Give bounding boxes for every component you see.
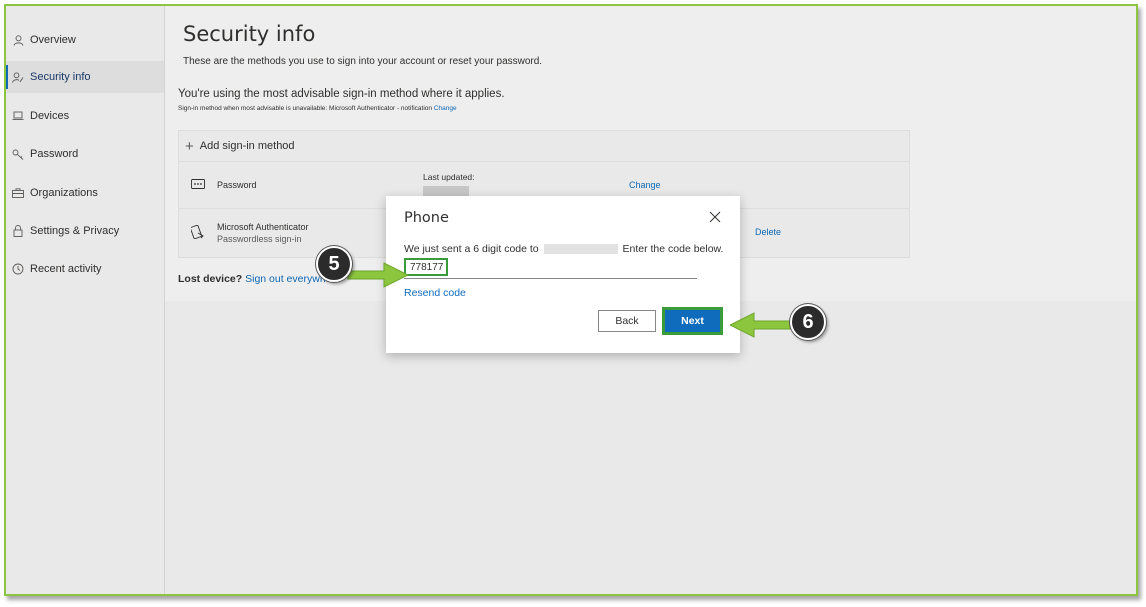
- message-prefix: We just sent a 6 digit code to: [404, 243, 539, 255]
- phone-dialog: Phone We just sent a 6 digit code to Ent…: [386, 196, 740, 353]
- step-6-callout: 6: [790, 304, 826, 340]
- dialog-message: We just sent a 6 digit code to Enter the…: [404, 243, 723, 255]
- callout-arrow-6: [730, 312, 791, 338]
- redacted-phone: [543, 244, 618, 255]
- step-5-callout: 5: [316, 246, 352, 282]
- back-button[interactable]: Back: [598, 310, 656, 332]
- callout-arrow-5: [347, 262, 410, 288]
- dialog-title: Phone: [404, 210, 449, 226]
- close-icon[interactable]: [709, 210, 723, 224]
- code-input[interactable]: 778177: [404, 258, 448, 276]
- message-suffix: Enter the code below.: [622, 243, 724, 255]
- next-button[interactable]: Next: [665, 310, 720, 332]
- resend-code-link[interactable]: Resend code: [404, 287, 466, 299]
- code-input-underline: 778177: [404, 258, 697, 279]
